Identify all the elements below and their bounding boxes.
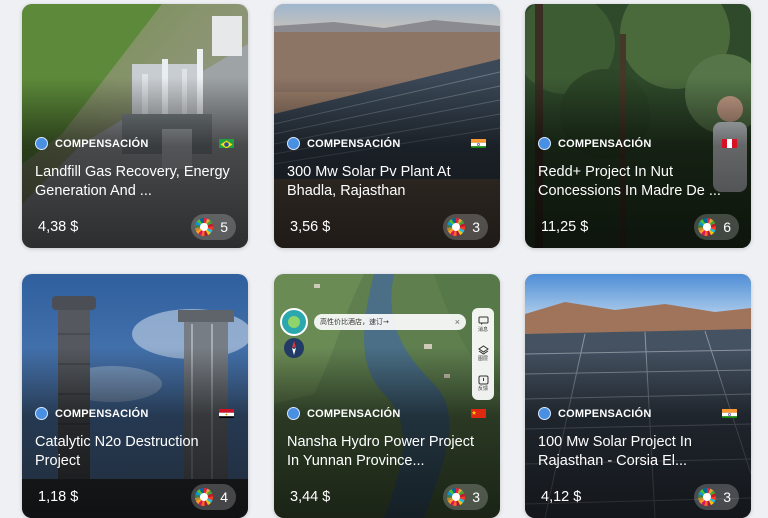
sdg-wheel-icon bbox=[447, 488, 466, 506]
map-message-button[interactable]: 消息 bbox=[478, 316, 489, 333]
price: 4,12 $ bbox=[541, 489, 582, 505]
category-tag: COMPENSACIÓN bbox=[538, 137, 651, 150]
message-icon bbox=[478, 316, 488, 326]
project-card[interactable]: COMPENSACIÓN Landfill Gas Recovery, Ener… bbox=[22, 4, 248, 248]
price: 4,38 $ bbox=[38, 219, 79, 235]
sdg-wheel-icon bbox=[447, 218, 466, 236]
close-icon[interactable]: × bbox=[455, 317, 460, 327]
project-card[interactable]: 高性价比酒店，速订→ × 消息 图层 反馈 COMPENSACIÓN Nansh… bbox=[274, 274, 500, 518]
sdg-badge: 6 bbox=[694, 214, 739, 240]
map-search-text: 高性价比酒店，速订→ bbox=[320, 318, 389, 326]
sdg-count: 3 bbox=[472, 489, 480, 505]
flag-peru-icon bbox=[722, 137, 737, 148]
map-location-marker[interactable] bbox=[280, 308, 308, 336]
sdg-wheel-icon bbox=[195, 488, 214, 506]
flag-india-icon bbox=[471, 137, 486, 148]
sdg-wheel-icon bbox=[698, 218, 717, 236]
sdg-badge: 3 bbox=[694, 484, 739, 510]
price: 3,44 $ bbox=[290, 489, 331, 505]
map-layers-label: 图层 bbox=[477, 356, 488, 363]
flag-china-icon bbox=[471, 407, 486, 418]
category-label: COMPENSACIÓN bbox=[558, 407, 652, 420]
map-message-label: 消息 bbox=[477, 327, 488, 334]
sdg-count: 6 bbox=[723, 219, 731, 235]
project-title: 300 Mw Solar Pv Plant At Bhadla, Rajasth… bbox=[287, 164, 451, 199]
sdg-count: 3 bbox=[472, 219, 480, 235]
sdg-wheel-icon bbox=[195, 218, 214, 236]
price: 1,18 $ bbox=[38, 489, 79, 505]
sdg-count: 3 bbox=[723, 489, 731, 505]
map-layers-button[interactable]: 图层 bbox=[477, 345, 489, 363]
sdg-badge: 5 bbox=[191, 214, 236, 240]
category-dot-icon bbox=[287, 137, 300, 150]
project-card[interactable]: COMPENSACIÓN Catalytic N2o Destruction P… bbox=[22, 274, 248, 518]
category-dot-icon bbox=[538, 137, 551, 150]
map-feedback-label: 反馈 bbox=[477, 385, 488, 392]
category-dot-icon bbox=[287, 407, 300, 420]
sdg-badge: 4 bbox=[191, 484, 236, 510]
category-tag: COMPENSACIÓN bbox=[287, 407, 400, 420]
map-search-bar[interactable]: 高性价比酒店，速订→ × bbox=[314, 314, 466, 330]
sdg-badge: 3 bbox=[443, 214, 488, 240]
flag-egypt-icon bbox=[219, 407, 234, 418]
project-title: Catalytic N2o Destruction Project bbox=[35, 434, 199, 469]
price: 11,25 $ bbox=[541, 219, 589, 235]
category-tag: COMPENSACIÓN bbox=[35, 137, 148, 150]
flag-brazil-icon bbox=[219, 137, 234, 148]
map-feedback-button[interactable]: 反馈 bbox=[478, 375, 489, 392]
layers-icon bbox=[477, 345, 489, 356]
category-label: COMPENSACIÓN bbox=[55, 137, 149, 150]
compass-icon[interactable] bbox=[284, 338, 304, 358]
project-card[interactable]: COMPENSACIÓN 300 Mw Solar Pv Plant At Bh… bbox=[274, 4, 500, 248]
category-label: COMPENSACIÓN bbox=[558, 137, 652, 150]
category-dot-icon bbox=[35, 407, 48, 420]
map-side-toolbar: 消息 图层 反馈 bbox=[472, 308, 494, 400]
project-title: Nansha Hydro Power Project In Yunnan Pro… bbox=[287, 434, 474, 469]
category-tag: COMPENSACIÓN bbox=[35, 407, 148, 420]
category-tag: COMPENSACIÓN bbox=[538, 407, 651, 420]
category-label: COMPENSACIÓN bbox=[307, 137, 401, 150]
category-tag: COMPENSACIÓN bbox=[287, 137, 400, 150]
sdg-badge: 3 bbox=[443, 484, 488, 510]
category-dot-icon bbox=[35, 137, 48, 150]
price: 3,56 $ bbox=[290, 219, 331, 235]
sdg-wheel-icon bbox=[698, 488, 717, 506]
category-label: COMPENSACIÓN bbox=[55, 407, 149, 420]
sdg-count: 4 bbox=[220, 489, 228, 505]
category-dot-icon bbox=[538, 407, 551, 420]
category-label: COMPENSACIÓN bbox=[307, 407, 401, 420]
feedback-icon bbox=[478, 375, 488, 385]
project-card[interactable]: COMPENSACIÓN Redd+ Project In Nut Conces… bbox=[525, 4, 751, 248]
project-title: 100 Mw Solar Project In Rajasthan - Cors… bbox=[538, 434, 692, 469]
project-title: Redd+ Project In Nut Concessions In Madr… bbox=[538, 164, 721, 199]
project-card[interactable]: COMPENSACIÓN 100 Mw Solar Project In Raj… bbox=[525, 274, 751, 518]
flag-india-icon bbox=[722, 407, 737, 418]
project-title: Landfill Gas Recovery, Energy Generation… bbox=[35, 164, 230, 199]
sdg-count: 5 bbox=[220, 219, 228, 235]
